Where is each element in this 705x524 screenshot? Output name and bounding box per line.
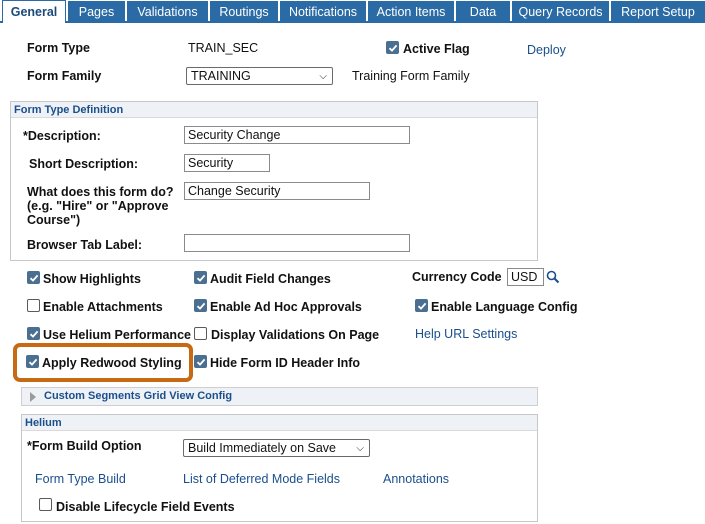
form-purpose-label-line-2: (e.g. "Hire" or "Approve (27, 199, 169, 213)
form-family-description: Training Form Family (352, 69, 470, 83)
expand-triangle-icon (30, 392, 36, 402)
form-purpose-label-line-1: What does this form do? (27, 185, 174, 199)
form-purpose-input[interactable]: Change Security (184, 182, 370, 200)
tab-notifications[interactable]: Notifications (280, 1, 366, 22)
display-validations-checkbox[interactable] (194, 327, 207, 340)
active-flag-checkbox[interactable] (386, 41, 399, 54)
form-build-option-selected: Build Immediately on Save (188, 441, 336, 455)
chevron-down-icon: ⌵ (356, 443, 364, 454)
tab-report-setup[interactable]: Report Setup (611, 1, 705, 22)
enable-language-config-label: Enable Language Config (431, 300, 578, 314)
check-icon (388, 44, 397, 52)
annotations-link[interactable]: Annotations (383, 472, 449, 486)
check-icon (196, 302, 205, 310)
check-icon (28, 358, 37, 366)
display-validations-label: Display Validations On Page (211, 328, 380, 342)
tab-routings[interactable]: Routings (210, 1, 278, 22)
audit-field-changes-label: Audit Field Changes (210, 272, 331, 286)
enable-attachments-checkbox[interactable] (27, 299, 40, 312)
tab-bar-underline (0, 21, 705, 23)
apply-redwood-styling-checkbox[interactable] (26, 355, 39, 368)
form-purpose-label: What does this form do? (e.g. "Hire" or … (27, 185, 174, 227)
form-purpose-label-line-3: Course") (27, 213, 81, 227)
browser-tab-label: Browser Tab Label: (27, 238, 143, 252)
show-highlights-checkbox[interactable] (27, 271, 40, 284)
tab-pages[interactable]: Pages (68, 1, 125, 22)
form-type-build-link[interactable]: Form Type Build (35, 472, 126, 486)
apply-redwood-styling-label: Apply Redwood Styling (42, 356, 182, 370)
hide-form-id-header-checkbox[interactable] (194, 355, 207, 368)
description-label: *Description: (23, 129, 101, 143)
check-icon (29, 274, 38, 282)
form-family-selected: TRAINING (191, 69, 251, 83)
chevron-down-icon: ⌵ (319, 71, 327, 82)
check-icon (196, 358, 205, 366)
form-family-select[interactable]: TRAINING ⌵ (186, 67, 333, 85)
custom-segments-title: Custom Segments Grid View Config (44, 390, 233, 402)
tab-validations[interactable]: Validations (127, 1, 208, 22)
form-type-definition-title: Form Type Definition (11, 102, 537, 118)
use-helium-performance-checkbox[interactable] (27, 327, 40, 340)
short-description-input[interactable]: Security (184, 154, 270, 172)
currency-code-label: Currency Code (412, 270, 502, 284)
enable-attachments-label: Enable Attachments (43, 300, 163, 314)
tab-query-records[interactable]: Query Records (512, 1, 609, 22)
short-description-label: Short Description: (29, 157, 139, 171)
show-highlights-label: Show Highlights (43, 272, 141, 286)
form-type-label: Form Type (27, 41, 90, 55)
enable-adhoc-approvals-label: Enable Ad Hoc Approvals (210, 300, 362, 314)
use-helium-performance-label: Use Helium Performance (43, 328, 191, 342)
helium-title: Helium (22, 415, 537, 431)
form-build-option-label: *Form Build Option (27, 439, 142, 453)
hide-form-id-header-label: Hide Form ID Header Info (210, 356, 361, 370)
tab-action-items[interactable]: Action Items (368, 1, 454, 22)
form-family-label: Form Family (27, 69, 102, 83)
tab-data[interactable]: Data (456, 1, 510, 22)
deferred-mode-fields-link[interactable]: List of Deferred Mode Fields (183, 472, 340, 486)
form-type-value: TRAIN_SEC (188, 41, 259, 55)
help-url-settings-link[interactable]: Help URL Settings (415, 327, 517, 341)
enable-language-config-checkbox[interactable] (415, 299, 428, 312)
check-icon (417, 302, 426, 310)
form-build-option-select[interactable]: Build Immediately on Save ⌵ (183, 439, 370, 457)
active-flag-label: Active Flag (403, 42, 470, 56)
search-icon[interactable] (546, 270, 560, 284)
description-input[interactable]: Security Change (184, 126, 410, 144)
disable-lifecycle-label: Disable Lifecycle Field Events (56, 500, 235, 514)
check-icon (29, 330, 38, 338)
tab-general[interactable]: General (2, 0, 66, 23)
enable-adhoc-approvals-checkbox[interactable] (194, 299, 207, 312)
browser-tab-input[interactable] (184, 234, 410, 252)
deploy-link[interactable]: Deploy (527, 43, 566, 57)
currency-code-input[interactable]: USD (507, 268, 544, 286)
tab-bar: General Pages Validations Routings Notif… (0, 0, 705, 23)
check-icon (196, 274, 205, 282)
audit-field-changes-checkbox[interactable] (194, 271, 207, 284)
disable-lifecycle-checkbox[interactable] (39, 498, 52, 511)
custom-segments-collapsible[interactable]: Custom Segments Grid View Config (21, 387, 538, 406)
